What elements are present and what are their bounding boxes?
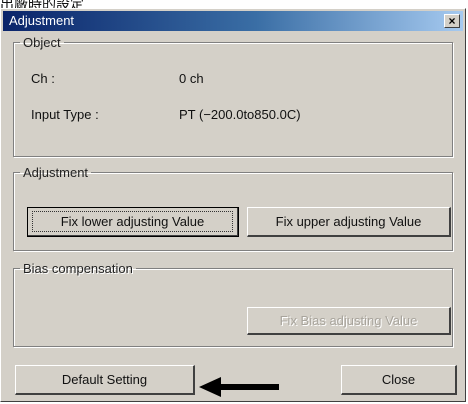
fix-bias-label: Fix Bias adjusting Value (279, 312, 418, 328)
object-group-legend: Object (23, 35, 61, 50)
close-button[interactable]: Close (341, 365, 457, 395)
default-setting-button[interactable]: Default Setting (15, 365, 195, 395)
fix-upper-adjusting-value-button[interactable]: Fix upper adjusting Value (247, 207, 451, 237)
fix-bias-adjusting-value-button: Fix Bias adjusting Value (247, 307, 451, 335)
close-icon[interactable]: × (444, 14, 460, 28)
ch-value: 0 ch (179, 71, 204, 86)
arrow-left-icon (199, 377, 279, 397)
title-bar: Adjustment × (3, 11, 463, 31)
adjustment-group-legend: Adjustment (23, 165, 89, 180)
focus-ring (32, 211, 233, 232)
input-type-label: Input Type : (31, 107, 99, 122)
object-group: Object (13, 35, 453, 157)
fix-upper-label: Fix upper adjusting Value (275, 213, 422, 229)
window-title: Adjustment (9, 13, 75, 28)
close-label: Close (381, 371, 416, 387)
bias-compensation-legend: Bias compensation (23, 261, 133, 276)
ch-label: Ch : (31, 71, 55, 86)
default-setting-label: Default Setting (61, 371, 148, 387)
fix-lower-adjusting-value-button[interactable]: Fix lower adjusting Value (27, 207, 239, 237)
input-type-value: PT (−200.0to850.0C) (179, 107, 301, 122)
adjustment-dialog: Adjustment × Object Ch : 0 ch Input Type… (0, 8, 466, 402)
